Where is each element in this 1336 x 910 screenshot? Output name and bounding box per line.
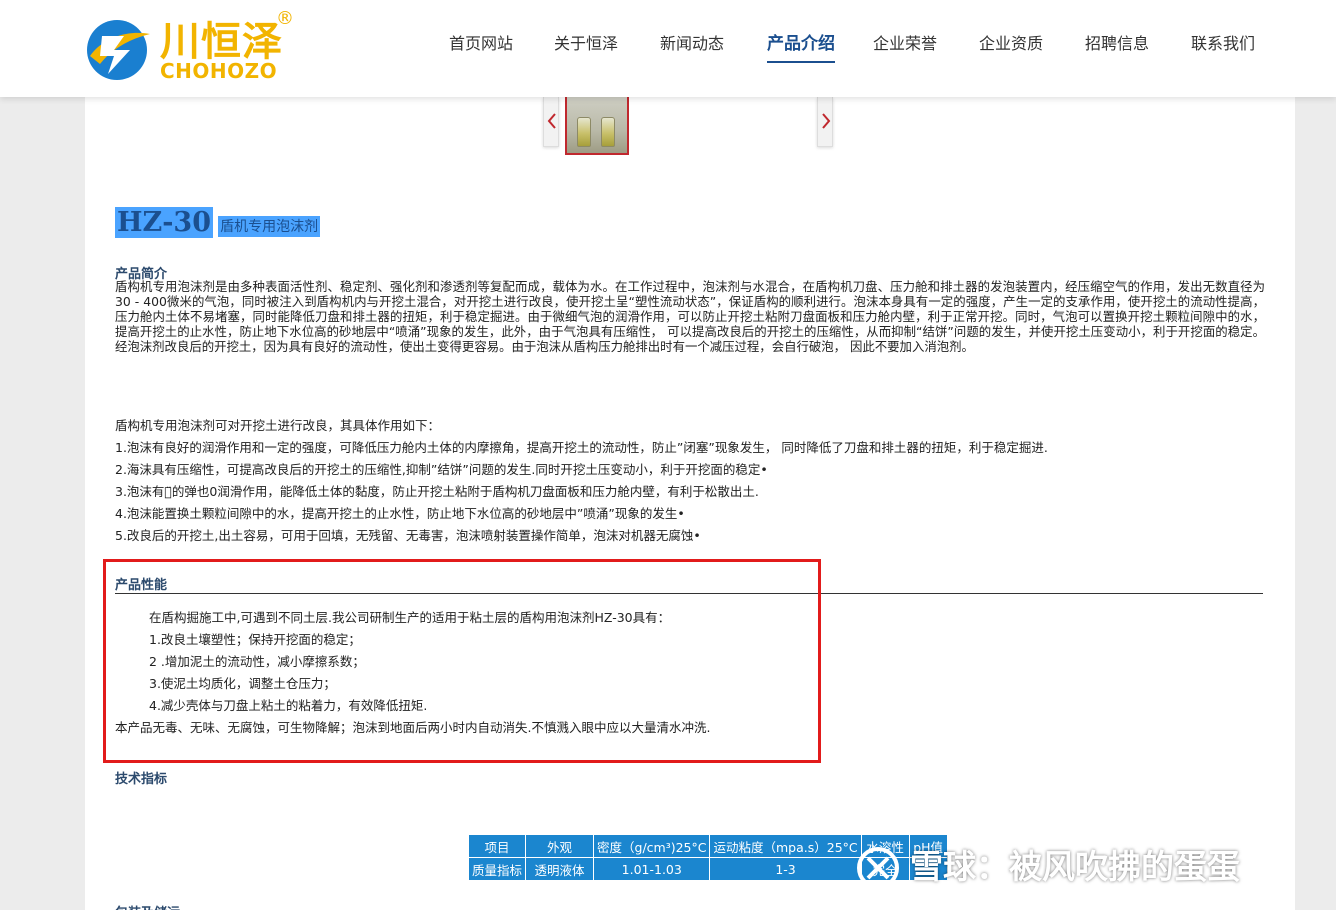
gallery-prev-button[interactable] [543,97,559,147]
watermark-text: 雪球：被风吹拂的蛋蛋 [910,847,1240,886]
watermark: 雪球：被风吹拂的蛋蛋 [856,842,1306,892]
annotation-highlight-box [103,559,821,763]
effect-item: 3.泡沫有一̈的弹也0润滑作用，能降低土体的黏度，防止开挖土粘附于盾构机刀盘面板… [115,484,759,499]
brand-logo[interactable]: 川恒泽 ® CHOHOZO [84,8,304,83]
chevron-right-icon [822,113,831,129]
nav-home[interactable]: 首页网站 [449,34,513,54]
nav-qualifications[interactable]: 企业资质 [979,34,1043,54]
bottle-image [601,117,615,147]
product-thumbnail[interactable] [565,97,629,155]
brand-name-cn: 川恒泽 [160,19,283,65]
effect-item: 5.改良后的开挖土,出土容易，可用于回填，无残留、无毒害，泡沫喷射装置操作简单，… [115,528,701,543]
table-header-cell: 项目 [467,834,527,858]
nav-about[interactable]: 关于恒泽 [554,34,618,54]
content-panel: HZ-30 盾机专用泡沫剂 产品简介 盾构机专用泡沫剂是由多种表面活性剂、稳定剂… [85,97,1295,910]
nav-products[interactable]: 产品介绍 [767,34,835,63]
site-header: 川恒泽 ® CHOHOZO 首页网站 关于恒泽 新闻动态 产品介绍 企业荣誉 企… [0,0,1336,97]
table-header-cell: 外观 [525,834,595,858]
gallery-next-button[interactable] [817,97,833,147]
logo-mark-icon [87,20,150,80]
effect-item: 4.泡沫能置换土颗粒间隙中的水，提高开挖土的止水性，防止地下水位高的砂地层中”喷… [115,506,685,521]
table-cell: 1.01-1.03 [593,857,711,881]
product-code: HZ-30 [115,207,213,238]
chevron-left-icon [547,113,556,129]
effect-item: 2.海沫具有压缩性，可提高改良后的开挖土的压缩性,抑制”结饼”问题的发生.同时开… [115,462,768,477]
product-title: HZ-30 盾机专用泡沫剂 [115,207,321,238]
table-cell: 1-3 [709,857,862,881]
intro-text: 盾构机专用泡沫剂是由多种表面活性剂、稳定剂、强化剂和渗透剂等复配而成，载体为水。… [115,279,1265,354]
table-header-cell: 运动粘度（mpa.s）25°C [709,834,862,858]
packaging-heading: 包装及储运 [115,902,180,910]
product-name: 盾机专用泡沫剂 [218,216,321,237]
table-header-cell: 密度（g/cm³)25°C [593,834,711,858]
effects-lead: 盾构机专用泡沫剂可对开挖土进行改良，其具体作用如下： [115,418,441,433]
spec-heading: 技术指标 [115,772,168,787]
snowball-logo-icon [857,847,899,889]
nav-jobs[interactable]: 招聘信息 [1085,34,1149,54]
effect-item: 1.泡沫有良好的润滑作用和一定的强度，可降低压力舱内土体的内摩擦角，提高开挖土的… [115,440,1048,455]
nav-honors[interactable]: 企业荣誉 [873,34,937,54]
brand-name-en: CHOHOZO [160,59,278,83]
bottle-image [577,117,591,147]
registered-mark: ® [276,8,294,29]
table-cell: 质量指标 [467,857,527,881]
nav-news[interactable]: 新闻动态 [660,34,724,54]
table-cell: 透明液体 [525,857,595,881]
nav-contact[interactable]: 联系我们 [1191,34,1255,54]
